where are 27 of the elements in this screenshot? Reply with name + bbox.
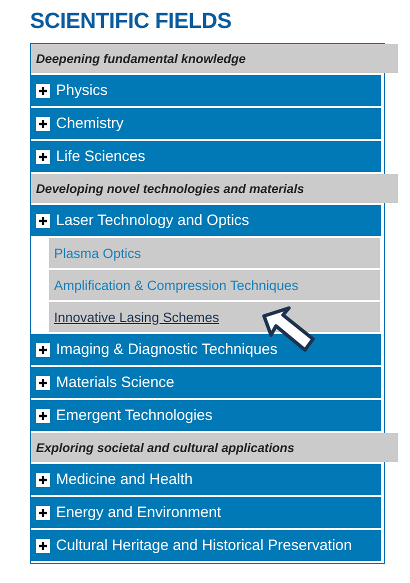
- field-item[interactable]: Imaging & Diagnostic Techniques: [31, 334, 381, 365]
- subfield-link[interactable]: Plasma Optics: [54, 246, 142, 260]
- plus-icon: [36, 84, 50, 98]
- field-item[interactable]: Laser Technology and Optics: [31, 205, 381, 236]
- field-item[interactable]: Cultural Heritage and Historical Preservation: [31, 530, 381, 561]
- section-heading: Deepening fundamental knowledge: [31, 44, 398, 73]
- plus-icon: [36, 342, 50, 356]
- subfield-link[interactable]: Innovative Lasing Schemes: [54, 310, 220, 324]
- field-item[interactable]: Medicine and Health: [31, 464, 381, 495]
- plus-icon: [36, 376, 50, 390]
- plus-icon: [36, 472, 50, 486]
- section-heading: Exploring societal and cultural applications: [31, 433, 398, 462]
- field-item[interactable]: Chemistry: [31, 108, 381, 139]
- plus-icon: [36, 538, 50, 552]
- field-item[interactable]: Emergent Technologies: [31, 400, 381, 431]
- field-item[interactable]: Materials Science: [31, 367, 381, 398]
- subfield-link[interactable]: Amplification & Compression Techniques: [54, 278, 298, 292]
- field-item[interactable]: Physics: [31, 75, 381, 106]
- plus-icon: [36, 214, 50, 228]
- plus-icon: [36, 506, 50, 520]
- page-title: SCIENTIFIC FIELDS: [30, 8, 232, 33]
- field-item[interactable]: Life Sciences: [31, 141, 381, 172]
- field-item[interactable]: Energy and Environment: [31, 497, 381, 528]
- plus-icon: [36, 150, 50, 164]
- plus-icon: [36, 408, 50, 422]
- plus-icon: [36, 116, 50, 130]
- section-heading: Developing novel technologies and materials: [31, 174, 398, 203]
